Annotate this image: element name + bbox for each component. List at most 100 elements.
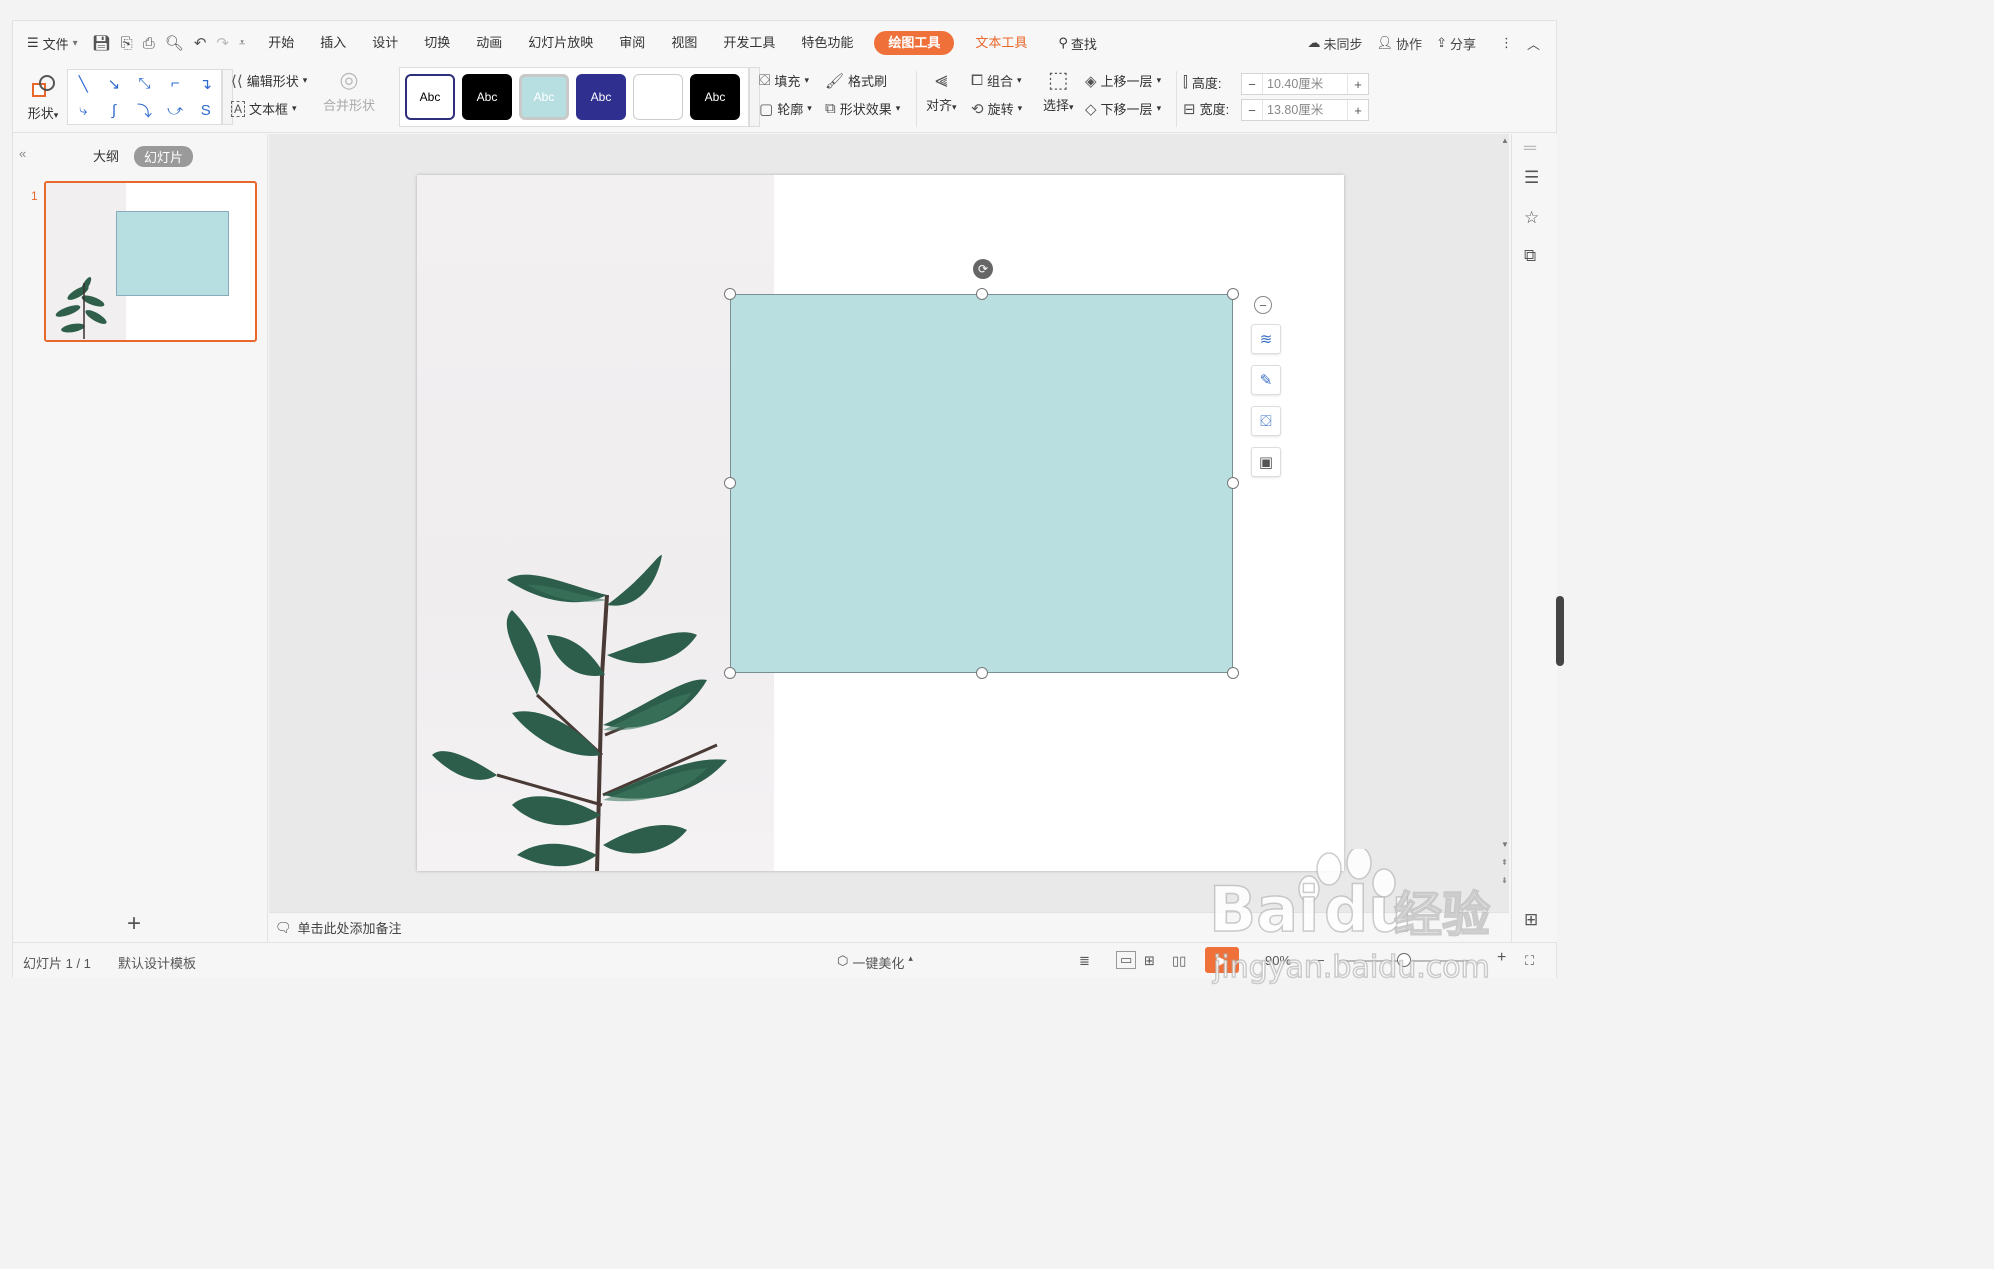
zoom-percent[interactable]: 90% [1265, 953, 1291, 968]
print-icon[interactable]: ⎙ [143, 35, 155, 52]
rotate-handle-icon[interactable]: ⟳ [973, 259, 993, 279]
resize-handle-left[interactable] [724, 477, 736, 489]
fill-button[interactable]: ⛋ 填充 ▾ [759, 71, 809, 90]
tab-text-tools[interactable]: 文本工具 [962, 31, 1040, 55]
curved-connector-icon[interactable]: ∫ [112, 102, 116, 119]
notes-area[interactable]: 🗨︎ 单击此处添加备注 [269, 912, 1509, 942]
undo-icon[interactable]: ↶ [194, 34, 207, 52]
transition-icon[interactable]: ⧉ [1524, 246, 1536, 266]
outline-frame-icon[interactable]: ▣ [1251, 447, 1281, 477]
zoom-out-icon[interactable]: − [1317, 953, 1325, 968]
height-field[interactable]: − 10.40厘米 + [1241, 73, 1369, 95]
slide-thumbnail[interactable] [44, 181, 257, 342]
double-arrow-icon[interactable]: ⤡ [138, 75, 150, 92]
share-button[interactable]: ⇪ 分享 [1436, 34, 1476, 53]
collapse-panel-icon[interactable]: « [19, 146, 26, 161]
fill-bucket-icon[interactable]: ⛋ [1251, 406, 1281, 436]
width-increase-button[interactable]: + [1348, 103, 1368, 118]
tab-home[interactable]: 开始 [255, 31, 307, 55]
zoom-slider-knob[interactable] [1397, 953, 1411, 967]
sync-button[interactable]: ☁ 未同步 [1308, 34, 1363, 53]
selected-rectangle-shape[interactable] [730, 294, 1233, 673]
arrow-line-icon[interactable]: ↘ [108, 75, 121, 93]
bring-forward-button[interactable]: ◈ 上移一层 ▾ [1085, 71, 1161, 90]
play-slideshow-button[interactable]: ▶ [1205, 947, 1239, 973]
rotate-button[interactable]: ⟲ 旋转 ▾ [971, 99, 1022, 118]
tab-animations[interactable]: 动画 [463, 31, 515, 55]
tab-slides[interactable]: 幻灯片 [134, 146, 194, 167]
format-painter-icon[interactable]: ⎘ [121, 35, 133, 52]
scroll-up-icon[interactable]: ▲ [1501, 136, 1509, 145]
group-button[interactable]: ⧠ 组合 ▾ [971, 71, 1022, 90]
tab-insert[interactable]: 插入 [307, 31, 359, 55]
style-sample-navy[interactable]: Abc [576, 74, 626, 120]
shape-button[interactable]: 形状▾ [23, 69, 63, 129]
save-icon[interactable]: 💾︎ [92, 34, 111, 52]
zoom-in-icon[interactable]: + [1497, 949, 1506, 967]
slide-sorter-icon[interactable]: ⊞ [1144, 953, 1155, 969]
freeform-curve-icon[interactable]: S [201, 102, 211, 119]
elbow-connector-icon[interactable]: ⌐ [171, 75, 180, 92]
tab-outline[interactable]: 大纲 [93, 146, 119, 165]
search-button[interactable]: ⚲ 查找 [1058, 34, 1097, 53]
height-decrease-button[interactable]: − [1242, 77, 1262, 92]
height-value[interactable]: 10.40厘米 [1262, 74, 1348, 94]
tab-special-features[interactable]: 特色功能 [788, 31, 866, 55]
line-icon[interactable]: ╲ [79, 75, 88, 93]
select-button[interactable]: ⬚ 选择▾ [1043, 67, 1074, 114]
next-slide-icon[interactable]: ⇟ [1501, 876, 1508, 885]
animation-star-icon[interactable]: ☆ [1524, 208, 1539, 228]
tab-design[interactable]: 设计 [359, 31, 411, 55]
width-value[interactable]: 13.80厘米 [1262, 100, 1348, 120]
fit-window-icon[interactable]: ⛶ [1525, 953, 1534, 969]
beautify-button[interactable]: ⬡ 一键美化 ▴ [837, 953, 913, 972]
style-sample-black[interactable]: Abc [462, 74, 512, 120]
scroll-down-icon[interactable]: ▼ [1501, 840, 1509, 849]
pen-icon[interactable]: ✎ [1251, 365, 1281, 395]
collab-button[interactable]: 👤︎ 协作 [1377, 34, 1423, 53]
redo-icon[interactable]: ↷ [216, 34, 229, 52]
shape-effect-button[interactable]: ⧉ 形状效果 ▾ [825, 99, 900, 118]
textbox-button[interactable]: A 文本框 ▾ [231, 99, 297, 118]
print-preview-icon[interactable]: 🔍︎ [165, 34, 184, 52]
tab-review[interactable]: 审阅 [606, 31, 658, 55]
tab-developer[interactable]: 开发工具 [710, 31, 788, 55]
align-button[interactable]: ⫷ 对齐▾ [926, 67, 957, 114]
collapse-ribbon-icon[interactable]: ︿ [1527, 34, 1540, 53]
outline-button[interactable]: ▢ 轮廓 ▾ [759, 99, 812, 118]
reading-view-icon[interactable]: ▯▯ [1172, 953, 1186, 969]
format-painter-button[interactable]: 🖌︎ 格式刷 [825, 71, 887, 90]
design-template-label[interactable]: 默认设计模板 [118, 953, 196, 972]
style-sample-outline[interactable]: Abc [405, 74, 455, 120]
normal-view-icon[interactable]: ▭ [1116, 951, 1137, 969]
elbow-double-arrow-icon[interactable]: ⤷ [79, 102, 87, 119]
resize-handle-top-right[interactable] [1227, 288, 1239, 300]
properties-icon[interactable]: ☰ [1524, 168, 1539, 188]
resize-handle-bottom-right[interactable] [1227, 667, 1239, 679]
more-icon[interactable]: ⋮ [1500, 35, 1513, 51]
line-shapes-gallery[interactable]: ╲ ↘ ⤡ ⌐ ↴ ⤷ ∫ ⤵ ⤻ S [67, 69, 222, 125]
customize-chevron-icon[interactable]: ⩡ [239, 37, 245, 50]
notes-toggle-icon[interactable]: ≣ [1079, 953, 1090, 969]
resize-handle-bottom[interactable] [976, 667, 988, 679]
width-field[interactable]: − 13.80厘米 + [1241, 99, 1369, 121]
collapse-toolbar-icon[interactable]: − [1254, 296, 1272, 314]
tab-view[interactable]: 视图 [658, 31, 710, 55]
merge-shape-button[interactable]: ◎ 合并形状 [323, 67, 375, 114]
style-sample-black-2[interactable]: Abc [690, 74, 740, 120]
resize-handle-bottom-left[interactable] [724, 667, 736, 679]
grid-apps-icon[interactable]: ⊞ [1524, 910, 1538, 930]
style-sample-white[interactable] [633, 74, 683, 120]
resize-handle-right[interactable] [1227, 477, 1239, 489]
tab-transitions[interactable]: 切换 [411, 31, 463, 55]
tab-slideshow[interactable]: 幻灯片放映 [515, 31, 606, 55]
side-drawer-handle[interactable] [1556, 596, 1564, 666]
add-slide-button[interactable]: + [127, 910, 141, 938]
send-backward-button[interactable]: ◇ 下移一层 ▾ [1085, 99, 1161, 118]
file-menu[interactable]: ☰ 文件 ▾ [27, 34, 78, 53]
slide-canvas[interactable]: ⟳ − ≋ ✎ ⛋ ▣ [417, 175, 1344, 871]
curved-arrow-icon[interactable]: ⤵ [137, 100, 152, 121]
layers-icon[interactable]: ≋ [1251, 324, 1281, 354]
vertical-scrollbar[interactable]: ▲ ▼ ⇞ ⇟ [1501, 134, 1511, 912]
elbow-arrow-icon[interactable]: ↴ [199, 75, 212, 93]
